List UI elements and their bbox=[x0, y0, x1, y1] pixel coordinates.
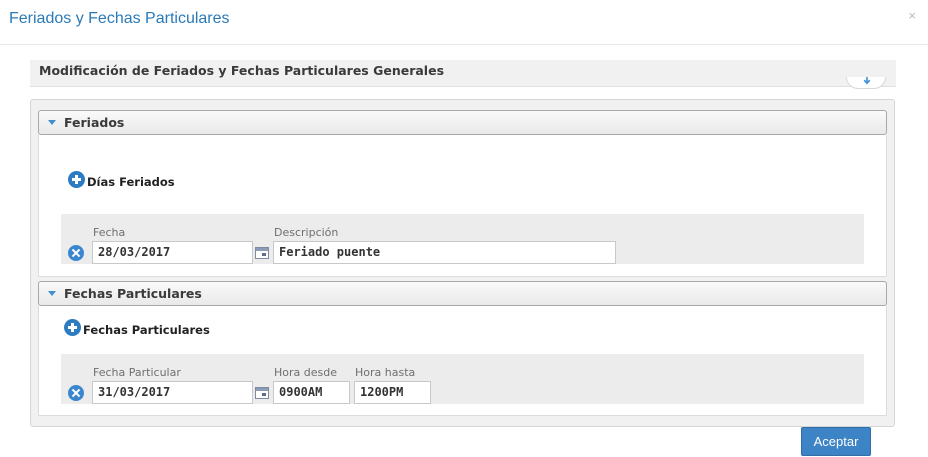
plus-circle-icon bbox=[68, 170, 85, 188]
from-time-label: Hora desde bbox=[274, 366, 337, 379]
holiday-date-input[interactable]: 28/03/2017 bbox=[92, 241, 253, 264]
plus-circle-icon bbox=[64, 318, 81, 336]
holiday-description-input[interactable]: Feriado puente bbox=[273, 241, 616, 264]
add-holiday-button[interactable]: Días Feriados bbox=[68, 169, 175, 189]
particulares-section-title: Fechas Particulares bbox=[64, 286, 202, 301]
close-icon[interactable]: × bbox=[908, 8, 916, 23]
arrow-down-icon bbox=[863, 77, 871, 85]
particular-date-label: Fecha Particular bbox=[93, 366, 181, 379]
accept-button[interactable]: Aceptar bbox=[801, 427, 871, 456]
remove-holiday-icon[interactable] bbox=[68, 245, 84, 261]
add-particular-date-button[interactable]: Fechas Particulares bbox=[64, 317, 210, 337]
particular-date-row: Fecha Particular Hora desde Hora hasta 3… bbox=[61, 354, 864, 404]
to-time-label: Hora hasta bbox=[355, 366, 416, 379]
to-time-input[interactable]: 1200PM bbox=[354, 381, 431, 404]
remove-particular-date-icon[interactable] bbox=[68, 385, 84, 401]
feriados-section-header[interactable]: Feriados bbox=[38, 110, 887, 135]
modal-title: Feriados y Fechas Particulares bbox=[9, 10, 230, 27]
caret-down-icon bbox=[48, 120, 56, 125]
general-title: Modificación de Feriados y Fechas Partic… bbox=[39, 63, 445, 78]
caret-down-icon bbox=[48, 291, 56, 296]
from-time-input[interactable]: 0900AM bbox=[273, 381, 350, 404]
calendar-icon[interactable] bbox=[255, 247, 269, 259]
holiday-date-label: Fecha bbox=[93, 226, 126, 239]
add-holiday-label: Días Feriados bbox=[87, 175, 175, 189]
particular-date-input[interactable]: 31/03/2017 bbox=[92, 381, 253, 404]
add-particular-date-label: Fechas Particulares bbox=[83, 323, 210, 337]
calendar-icon[interactable] bbox=[255, 387, 269, 399]
holiday-description-label: Descripción bbox=[274, 226, 339, 239]
general-toggle-button[interactable] bbox=[846, 77, 886, 89]
general-header: Modificación de Feriados y Fechas Partic… bbox=[30, 60, 896, 89]
title-divider bbox=[0, 44, 928, 45]
feriados-section-title: Feriados bbox=[64, 115, 125, 130]
particulares-section-header[interactable]: Fechas Particulares bbox=[38, 281, 887, 306]
holiday-row: Fecha Descripción 28/03/2017 Feriado pue… bbox=[61, 214, 864, 264]
